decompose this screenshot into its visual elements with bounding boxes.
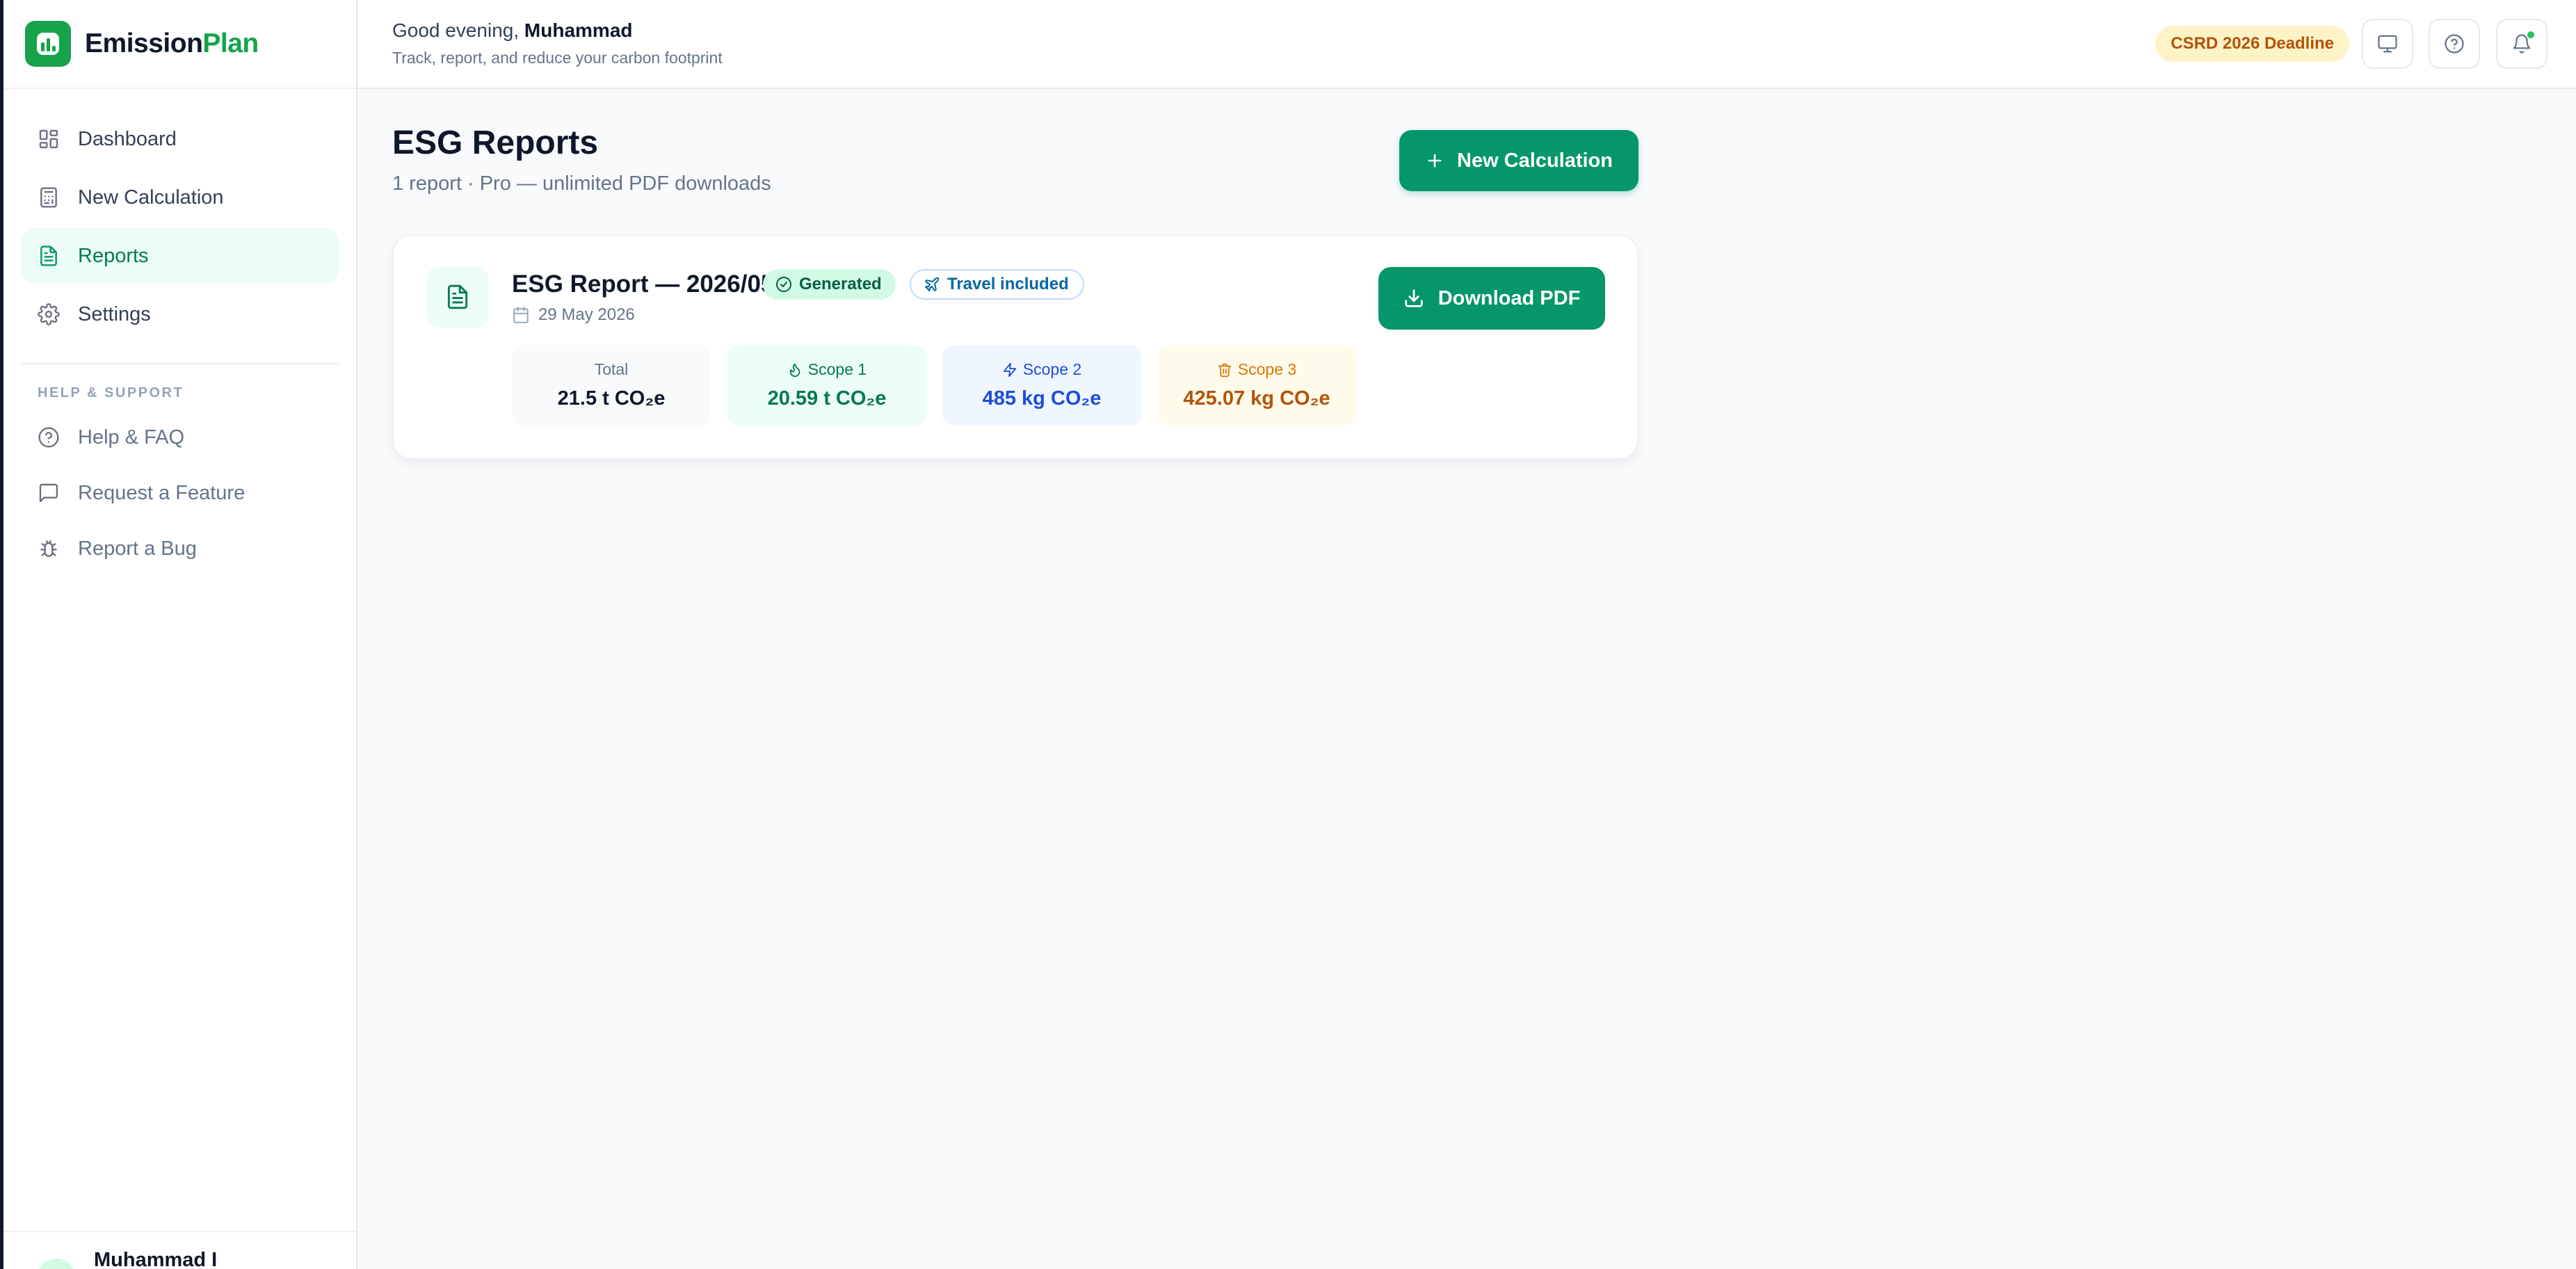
status-label: Generated — [799, 275, 882, 293]
total-emissions-tile: Total 21.5 t CO₂e — [512, 345, 711, 426]
user-name: Muhammad I — [94, 1249, 218, 1269]
display-mode-button[interactable] — [2362, 19, 2413, 69]
support-nav: Help & FAQ Request a Feature Report a Bu… — [3, 411, 356, 575]
plus-icon — [1425, 151, 1457, 170]
brand-name-part2: Plan — [202, 29, 259, 58]
sidebar-item-label: Dashboard — [78, 127, 177, 150]
report-date-text: 29 May 2026 — [538, 305, 635, 324]
brand-name-part1: Emission — [85, 29, 203, 58]
sidebar-item-settings[interactable]: Settings — [21, 286, 339, 342]
report-date: 29 May 2026 — [512, 305, 635, 325]
notification-dot — [2527, 31, 2534, 38]
report-card: ESG Report — 2026/05 Generated Travel in… — [392, 234, 1639, 460]
sidebar-item-label: Settings — [78, 302, 151, 325]
page-title: ESG Reports — [392, 124, 599, 161]
download-pdf-button[interactable]: Download PDF — [1378, 267, 1605, 330]
flame-icon — [787, 362, 808, 378]
report-title: ESG Report — 2026/05 — [512, 270, 775, 298]
plane-icon — [924, 276, 947, 293]
tile-label-row: Scope 1 — [787, 360, 867, 379]
tile-value: 485 kg CO₂e — [982, 387, 1102, 410]
top-header: Good evening, Muhammad Track, report, an… — [357, 0, 2576, 89]
scope3-tile: Scope 3 425.07 kg CO₂e — [1157, 345, 1356, 426]
page-subtitle: 1 report · Pro — unlimited PDF downloads — [392, 172, 771, 195]
sidebar-item-reports[interactable]: Reports — [21, 228, 339, 284]
nav-divider — [21, 363, 339, 364]
tile-value: 425.07 kg CO₂e — [1183, 387, 1330, 410]
tile-label-row: Scope 2 — [1002, 360, 1081, 379]
notifications-button[interactable] — [2496, 19, 2547, 69]
tile-label-row: Scope 3 — [1217, 360, 1296, 379]
tile-label: Scope 2 — [1022, 360, 1082, 378]
user-profile[interactable]: Muhammad I — [3, 1231, 356, 1269]
sidebar-item-help-faq[interactable]: Help & FAQ — [21, 411, 339, 464]
header-subtitle: Track, report, and reduce your carbon fo… — [392, 49, 723, 67]
scope2-tile: Scope 2 485 kg CO₂e — [942, 345, 1141, 426]
avatar — [37, 1259, 76, 1269]
sidebar: EmissionPlan Dashboard New Calculation R… — [0, 0, 357, 1269]
tile-label: Scope 3 — [1237, 360, 1297, 378]
tile-label: Scope 1 — [807, 360, 867, 378]
sidebar-item-label: Help & FAQ — [78, 426, 185, 448]
lightning-icon — [1002, 362, 1023, 378]
status-badge: Generated — [763, 269, 896, 300]
sidebar-item-label: Reports — [78, 244, 149, 267]
sidebar-item-request-feature[interactable]: Request a Feature — [21, 467, 339, 519]
monitor-icon — [2377, 33, 2398, 54]
brand-name: EmissionPlan — [85, 29, 259, 59]
sidebar-item-dashboard[interactable]: Dashboard — [21, 111, 339, 167]
scope1-tile: Scope 1 20.59 t CO₂e — [727, 345, 926, 426]
bug-icon — [38, 537, 60, 560]
greeting-user: Muhammad — [524, 19, 633, 41]
calculator-icon — [38, 186, 60, 209]
main-nav: Dashboard New Calculation Reports Settin… — [3, 111, 356, 342]
file-text-icon — [427, 266, 488, 328]
tile-label: Total — [594, 360, 629, 378]
travel-badge: Travel included — [910, 269, 1084, 300]
gear-icon — [38, 303, 60, 325]
tile-value: 21.5 t CO₂e — [557, 387, 666, 410]
calendar-icon — [512, 306, 538, 324]
message-square-icon — [38, 482, 60, 504]
download-icon — [1403, 288, 1438, 309]
brand-logo-icon — [25, 21, 71, 67]
greeting: Good evening, Muhammad — [392, 19, 633, 42]
help-button[interactable] — [2429, 19, 2480, 69]
sidebar-item-report-bug[interactable]: Report a Bug — [21, 522, 339, 575]
csrd-deadline-badge[interactable]: CSRD 2026 Deadline — [2155, 26, 2349, 62]
travel-label: Travel included — [947, 275, 1069, 293]
greeting-text: Good evening, — [392, 19, 520, 41]
sidebar-item-label: New Calculation — [78, 186, 224, 209]
check-circle-icon — [775, 276, 799, 293]
help-circle-icon — [38, 426, 60, 448]
sidebar-item-label: Report a Bug — [78, 537, 197, 560]
sidebar-item-label: Request a Feature — [78, 481, 245, 504]
new-calculation-label: New Calculation — [1457, 149, 1613, 172]
new-calculation-button[interactable]: New Calculation — [1399, 130, 1639, 191]
help-circle-icon — [2444, 33, 2465, 54]
dashboard-icon — [38, 128, 60, 150]
tile-value: 20.59 t CO₂e — [767, 387, 887, 410]
brand[interactable]: EmissionPlan — [3, 0, 356, 89]
trash-icon — [1217, 362, 1238, 378]
file-text-icon — [38, 245, 60, 267]
download-pdf-label: Download PDF — [1438, 286, 1581, 309]
support-section-heading: HELP & SUPPORT — [38, 385, 184, 401]
sidebar-item-new-calculation[interactable]: New Calculation — [21, 170, 339, 225]
